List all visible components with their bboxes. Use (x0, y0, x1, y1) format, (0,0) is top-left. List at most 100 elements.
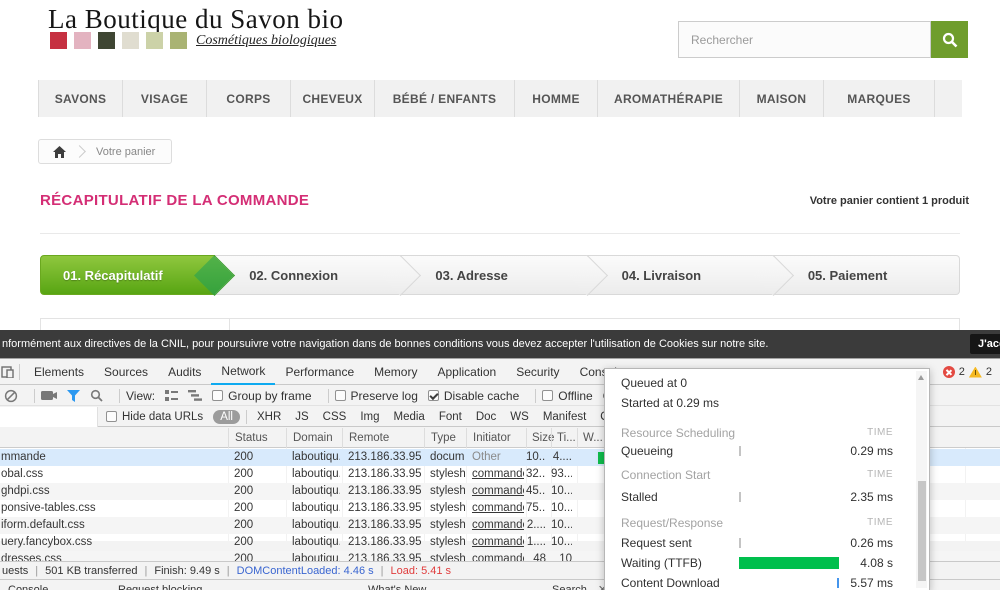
col-remote[interactable]: Remote Addr... (342, 428, 424, 464)
tab-memory[interactable]: Memory (364, 359, 427, 385)
col-size[interactable]: Size (526, 428, 554, 448)
filter-type-font[interactable]: Font (439, 411, 462, 423)
console-badges[interactable]: 2 2 (942, 359, 992, 385)
tab-performance[interactable]: Performance (275, 359, 364, 385)
nav-item-bebe-enfants[interactable]: BÉBÉ / ENFANTS (375, 80, 515, 117)
nav-item-cheveux[interactable]: CHEVEUX (291, 80, 375, 117)
drawer-tab-search[interactable]: Search ✕ (552, 583, 607, 590)
nav-item-visage[interactable]: VISAGE (123, 80, 207, 117)
filter-type-manifest[interactable]: Manifest (543, 411, 586, 423)
shop-tagline: Cosmétiques biologiques (196, 33, 337, 48)
step-livraison[interactable]: 04. Livraison (587, 255, 774, 295)
filter-type-js[interactable]: JS (295, 411, 308, 423)
divider (40, 233, 960, 234)
group-by-frame-checkbox[interactable]: Group by frame (212, 389, 312, 403)
drawer-tab-console[interactable]: Console (8, 583, 48, 590)
checkbox-unchecked[interactable] (334, 390, 346, 401)
finish-time: Finish: 9.49 s (154, 564, 220, 577)
nav-item-aromatherapie[interactable]: AROMATHÉRAPIE (598, 80, 740, 117)
filter-type-xhr[interactable]: XHR (257, 411, 281, 423)
cookie-message: nformément aux directives de la CNIL, po… (2, 338, 769, 350)
filter-type-img[interactable]: Img (360, 411, 379, 423)
warning-icon (968, 366, 982, 378)
filter-input[interactable] (0, 406, 98, 427)
tab-network[interactable]: Network (211, 359, 276, 385)
tab-security[interactable]: Security (506, 359, 569, 385)
clear-button[interactable] (4, 389, 18, 403)
tab-sources[interactable]: Sources (94, 359, 158, 385)
checkbox-checked[interactable] (427, 390, 439, 401)
step-connexion[interactable]: 02. Connexion (215, 255, 402, 295)
preserve-log-checkbox[interactable]: Preserve log (334, 389, 418, 403)
view-label: View: (126, 388, 156, 403)
capture-screenshots-icon[interactable] (41, 390, 57, 401)
filter-type-ws[interactable]: WS (510, 411, 529, 423)
nav-item-savons[interactable]: SAVONS (39, 80, 123, 117)
nav-item-maison[interactable]: MAISON (740, 80, 824, 117)
search-requests-icon[interactable] (90, 389, 103, 402)
swatch-beige (122, 32, 139, 49)
col-status[interactable]: Status (228, 428, 286, 448)
view-list-icon[interactable] (165, 390, 179, 401)
device-toolbar-icon[interactable] (1, 359, 15, 385)
logo-color-swatches (50, 32, 187, 49)
timing-tick (739, 492, 741, 502)
separator (119, 388, 120, 403)
cookie-banner: nformément aux directives de la CNIL, po… (0, 330, 1000, 358)
checkbox-unchecked[interactable] (106, 411, 117, 422)
col-type[interactable]: Type (424, 428, 466, 448)
load-time: Load: 5.41 s (390, 564, 452, 577)
checkbox-unchecked[interactable] (542, 390, 554, 401)
tab-elements[interactable]: Elements (24, 359, 94, 385)
col-domain[interactable]: Domain (286, 428, 342, 448)
step-paiement[interactable]: 05. Paiement (773, 255, 961, 295)
col-initiator[interactable]: Initiator (466, 428, 526, 448)
filter-type-media[interactable]: Media (394, 411, 425, 423)
step-adresse[interactable]: 03. Adresse (401, 255, 588, 295)
swatch-pink (74, 32, 91, 49)
nav-item-marques[interactable]: MARQUES (824, 80, 935, 117)
timing-tick (739, 446, 741, 456)
scroll-up-icon[interactable] (918, 375, 924, 380)
search-icon (942, 32, 958, 48)
timing-tick (739, 538, 741, 548)
filter-type-doc[interactable]: Doc (476, 411, 496, 423)
main-nav: SAVONS VISAGE CORPS CHEVEUX BÉBÉ / ENFAN… (38, 80, 962, 117)
hide-data-urls-checkbox[interactable]: Hide data URLs (106, 411, 203, 423)
drawer-tab-request-blocking[interactable]: Request blocking (118, 583, 202, 590)
drawer-tab-whats-new[interactable]: What's New (368, 583, 426, 590)
cookie-accept-button[interactable]: J'accepte (970, 334, 1000, 354)
offline-checkbox[interactable]: Offline (542, 389, 593, 403)
timing-stalled: Stalled 2.35 ms (621, 490, 893, 504)
requests-count-fragment: uests (2, 564, 29, 577)
ttfb-bar (739, 557, 839, 569)
nav-filler (935, 80, 962, 117)
cart-table-top-edge (40, 318, 960, 330)
filter-type-css[interactable]: CSS (323, 411, 347, 423)
disable-cache-checkbox[interactable]: Disable cache (427, 389, 519, 403)
checkbox-unchecked[interactable] (212, 390, 224, 401)
filter-type-all[interactable]: All (213, 409, 240, 424)
view-waterfall-icon[interactable] (188, 390, 203, 401)
nav-item-homme[interactable]: HOMME (515, 80, 598, 117)
timing-queueing: Queueing 0.29 ms (621, 444, 893, 458)
tab-application[interactable]: Application (427, 359, 506, 385)
nav-item-corps[interactable]: CORPS (207, 80, 291, 117)
separator (327, 388, 329, 403)
popup-scrollbar[interactable] (916, 371, 927, 588)
step-recapitulatif[interactable]: 01. Récapitulatif (40, 255, 216, 295)
tab-audits[interactable]: Audits (158, 359, 211, 385)
shop-logo[interactable]: La Boutique du Savon bio (48, 4, 343, 35)
breadcrumb-current: Votre panier (96, 145, 156, 158)
timing-content-download: Content Download 5.57 ms (621, 576, 893, 590)
filter-icon[interactable] (67, 389, 80, 402)
error-icon (942, 366, 955, 378)
devtools-panel: Elements Sources Audits Network Performa… (0, 358, 1000, 590)
scrollbar-thumb[interactable] (917, 481, 926, 581)
separator (34, 388, 35, 403)
search-input[interactable] (678, 21, 931, 58)
swatch-light-green (146, 32, 163, 49)
search-button[interactable] (931, 21, 968, 58)
separator (245, 409, 247, 424)
col-time[interactable]: Ti... (551, 428, 577, 448)
